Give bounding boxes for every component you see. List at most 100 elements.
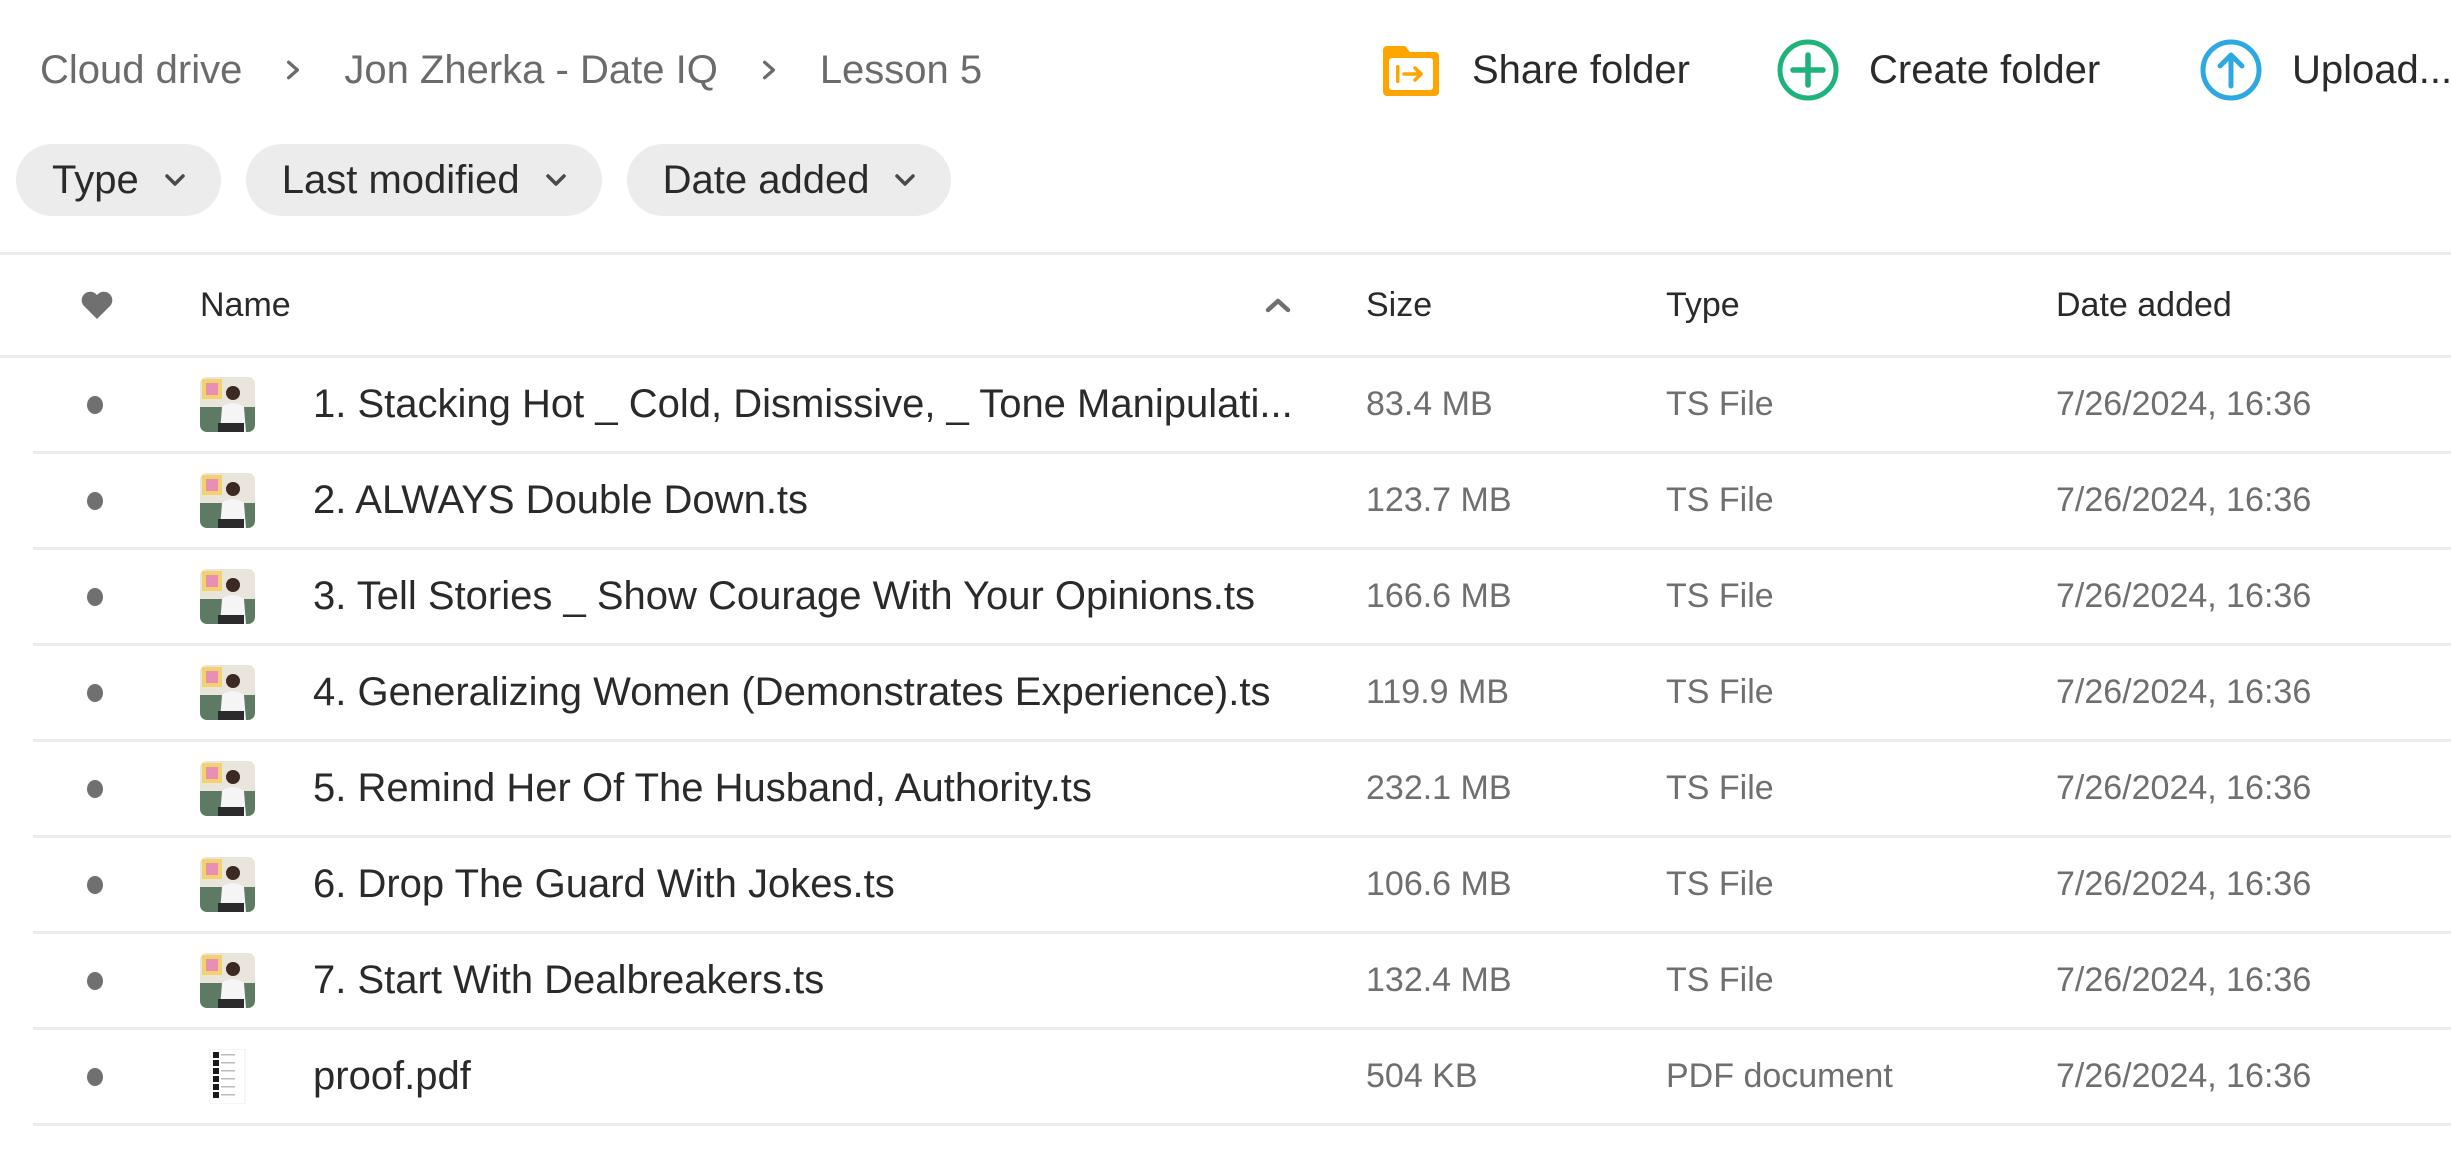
file-type: TS File: [1666, 673, 1774, 711]
bullet-icon: [87, 683, 103, 702]
file-type: TS File: [1666, 385, 1774, 423]
row-favourite[interactable]: [87, 1030, 103, 1123]
file-date-added: 7/26/2024, 16:36: [2056, 769, 2312, 807]
file-date-added: 7/26/2024, 16:36: [2056, 481, 2312, 519]
video-thumbnail-icon: [200, 569, 255, 624]
video-thumbnail-icon: [200, 761, 255, 816]
filter-date-added-label: Date added: [662, 157, 870, 202]
share-folder-button[interactable]: Share folder: [1380, 38, 1690, 102]
column-header-size[interactable]: Size: [1366, 255, 1432, 355]
video-thumbnail-icon: [200, 857, 255, 912]
table-row[interactable]: 6. Drop The Guard With Jokes.ts 106.6 MB…: [33, 838, 2451, 934]
table-header: Name Size Type Date added: [0, 252, 2451, 358]
file-thumbnail: [200, 838, 255, 931]
table-row[interactable]: 3. Tell Stories _ Show Courage With Your…: [33, 550, 2451, 646]
row-favourite[interactable]: [87, 646, 103, 739]
upload-circle-icon: [2200, 39, 2262, 101]
column-header-type[interactable]: Type: [1666, 255, 1740, 355]
bullet-icon: [87, 875, 103, 894]
filter-bar: Type Last modified Date added: [16, 144, 976, 216]
row-favourite[interactable]: [87, 358, 103, 451]
column-header-name[interactable]: Name: [200, 255, 291, 355]
file-name: 7. Start With Dealbreakers.ts: [313, 958, 825, 1002]
file-type: PDF document: [1666, 1057, 1893, 1095]
file-size: 123.7 MB: [1366, 481, 1512, 519]
row-favourite[interactable]: [87, 934, 103, 1027]
file-date-added: 7/26/2024, 16:36: [2056, 865, 2312, 903]
row-favourite[interactable]: [87, 550, 103, 643]
file-type: TS File: [1666, 865, 1774, 903]
file-name: 6. Drop The Guard With Jokes.ts: [313, 862, 895, 906]
file-size: 106.6 MB: [1366, 865, 1512, 903]
file-name: proof.pdf: [313, 1054, 471, 1098]
bullet-icon: [87, 395, 103, 414]
file-size: 119.9 MB: [1366, 673, 1510, 711]
file-date-added: 7/26/2024, 16:36: [2056, 1057, 2312, 1095]
file-type: TS File: [1666, 577, 1774, 615]
bullet-icon: [87, 491, 103, 510]
file-thumbnail: [200, 742, 255, 835]
file-name: 2. ALWAYS Double Down.ts: [313, 478, 809, 522]
share-folder-icon: [1380, 39, 1442, 101]
file-type: TS File: [1666, 961, 1774, 999]
video-thumbnail-icon: [200, 665, 255, 720]
file-type: TS File: [1666, 481, 1774, 519]
file-thumbnail: [200, 550, 255, 643]
table-row[interactable]: 4. Generalizing Women (Demonstrates Expe…: [33, 646, 2451, 742]
create-folder-label: Create folder: [1869, 47, 2101, 92]
file-size: 166.6 MB: [1366, 577, 1512, 615]
table-row[interactable]: 7. Start With Dealbreakers.ts 132.4 MB T…: [33, 934, 2451, 1030]
toolbar-actions: Share folder Create folder Upload...: [0, 38, 2451, 102]
favourite-column-header[interactable]: [80, 255, 114, 355]
table-row[interactable]: 1. Stacking Hot _ Cold, Dismissive, _ To…: [33, 358, 2451, 454]
file-thumbnail: [200, 454, 255, 547]
bullet-icon: [87, 587, 103, 606]
table-row[interactable]: proof.pdf 504 KB PDF document 7/26/2024,…: [33, 1030, 2451, 1126]
filter-date-added[interactable]: Date added: [626, 144, 952, 216]
table-row[interactable]: 5. Remind Her Of The Husband, Authority.…: [33, 742, 2451, 838]
upload-button[interactable]: Upload...: [2200, 38, 2451, 102]
filter-last-modified-label: Last modified: [281, 157, 520, 202]
video-thumbnail-icon: [200, 473, 255, 528]
file-size: 232.1 MB: [1366, 769, 1512, 807]
filter-type[interactable]: Type: [16, 144, 221, 216]
sort-ascending-icon[interactable]: [1264, 255, 1292, 355]
file-name: 1. Stacking Hot _ Cold, Dismissive, _ To…: [313, 382, 1293, 426]
file-date-added: 7/26/2024, 16:36: [2056, 577, 2312, 615]
column-header-date-added[interactable]: Date added: [2056, 255, 2232, 355]
bullet-icon: [87, 779, 103, 798]
file-size: 132.4 MB: [1366, 961, 1512, 999]
pdf-thumbnail-icon: [200, 1049, 255, 1104]
file-date-added: 7/26/2024, 16:36: [2056, 673, 2312, 711]
file-name: 5. Remind Her Of The Husband, Authority.…: [313, 766, 1092, 810]
plus-circle-icon: [1777, 39, 1839, 101]
table-body: 1. Stacking Hot _ Cold, Dismissive, _ To…: [0, 358, 2451, 1126]
bullet-icon: [87, 971, 103, 990]
filter-last-modified[interactable]: Last modified: [245, 144, 602, 216]
video-thumbnail-icon: [200, 377, 255, 432]
heart-icon: [81, 291, 113, 319]
row-favourite[interactable]: [87, 454, 103, 547]
file-thumbnail: [200, 934, 255, 1027]
file-name: 4. Generalizing Women (Demonstrates Expe…: [313, 670, 1271, 714]
share-folder-label: Share folder: [1472, 47, 1690, 92]
file-size: 83.4 MB: [1366, 385, 1493, 423]
upload-label: Upload...: [2292, 47, 2451, 92]
file-date-added: 7/26/2024, 16:36: [2056, 385, 2312, 423]
chevron-down-icon: [544, 172, 568, 188]
table-row[interactable]: 2. ALWAYS Double Down.ts 123.7 MB TS Fil…: [33, 454, 2451, 550]
file-thumbnail: [200, 1030, 255, 1123]
file-size: 504 KB: [1366, 1057, 1478, 1095]
row-favourite[interactable]: [87, 838, 103, 931]
chevron-down-icon: [163, 172, 187, 188]
file-thumbnail: [200, 358, 255, 451]
bullet-icon: [87, 1067, 103, 1086]
file-table: Name Size Type Date added 1. Stacking Ho…: [0, 252, 2451, 1126]
file-thumbnail: [200, 646, 255, 739]
row-favourite[interactable]: [87, 742, 103, 835]
file-date-added: 7/26/2024, 16:36: [2056, 961, 2312, 999]
file-name: 3. Tell Stories _ Show Courage With Your…: [313, 574, 1255, 618]
video-thumbnail-icon: [200, 953, 255, 1008]
create-folder-button[interactable]: Create folder: [1777, 38, 2100, 102]
chevron-down-icon: [893, 172, 917, 188]
